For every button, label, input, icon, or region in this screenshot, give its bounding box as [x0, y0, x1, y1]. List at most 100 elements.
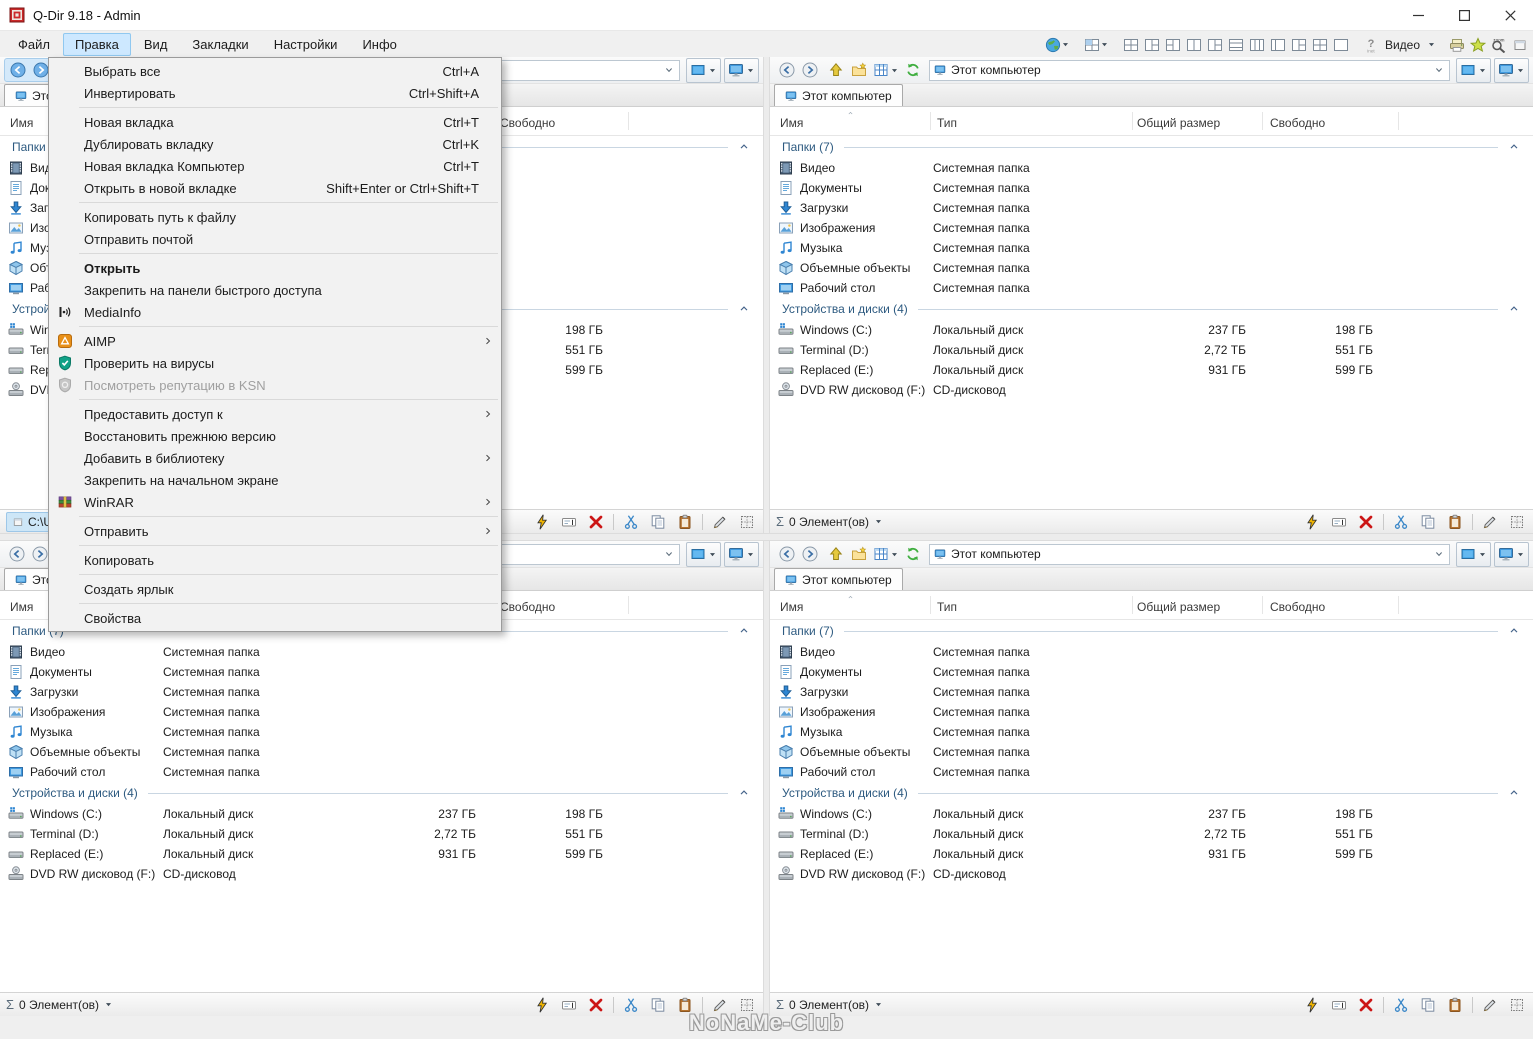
- maximize-button[interactable]: [1441, 0, 1487, 30]
- table-row[interactable]: ВидеоСистемная папка: [770, 642, 1533, 662]
- table-row[interactable]: Terminal (D:)Локальный диск2,72 ТБ551 ГБ: [0, 824, 763, 844]
- layout-variant-button-2[interactable]: [1143, 36, 1161, 54]
- layout-main-button[interactable]: [1083, 36, 1110, 54]
- column-header-4[interactable]: Свободно: [500, 600, 555, 614]
- cut-button[interactable]: [621, 995, 641, 1015]
- table-row[interactable]: DVD RW дисковод (F:)CD-дисковод: [0, 864, 763, 884]
- favorites-panel-button[interactable]: [1456, 542, 1491, 567]
- menubar-item-1[interactable]: Файл: [6, 33, 62, 56]
- column-header-4[interactable]: Свободно: [1270, 116, 1325, 130]
- table-row[interactable]: Windows (C:)Локальный диск237 ГБ198 ГБ: [770, 320, 1533, 340]
- table-row[interactable]: ЗагрузкиСистемная папка: [770, 682, 1533, 702]
- table-row[interactable]: ВидеоСистемная папка: [0, 642, 763, 662]
- menu-item-23[interactable]: Закрепить на начальном экране: [49, 469, 501, 491]
- table-row[interactable]: ИзображенияСистемная папка: [770, 218, 1533, 238]
- tab-this-pc[interactable]: Этот компьютер: [774, 568, 903, 590]
- paste-button[interactable]: [675, 512, 695, 532]
- menu-item-30[interactable]: Создать ярлык: [49, 578, 501, 600]
- cut-button[interactable]: [621, 512, 641, 532]
- table-row[interactable]: Объемные объектыСистемная папка: [0, 742, 763, 762]
- address-bar[interactable]: Этот компьютер: [929, 544, 1450, 565]
- menu-item-17[interactable]: Проверить на вирусы: [49, 352, 501, 374]
- copy-button[interactable]: [648, 995, 668, 1015]
- copy-button[interactable]: [648, 512, 668, 532]
- menubar-item-6[interactable]: Инфо: [350, 33, 408, 56]
- menubar-item-5[interactable]: Настройки: [262, 33, 350, 56]
- computer-panel-button[interactable]: [724, 542, 759, 567]
- table-row[interactable]: Replaced (E:)Локальный диск931 ГБ599 ГБ: [770, 844, 1533, 864]
- refresh-button[interactable]: [903, 60, 923, 80]
- column-header-3[interactable]: Общий размер: [1137, 600, 1220, 614]
- back-button[interactable]: [8, 60, 28, 80]
- paste-button[interactable]: [1445, 995, 1465, 1015]
- video-dropdown-label[interactable]: Видео: [1385, 38, 1420, 52]
- layout-variant-button-10[interactable]: [1311, 36, 1329, 54]
- menu-item-10[interactable]: Отправить почтой: [49, 228, 501, 250]
- table-row[interactable]: ЗагрузкиСистемная папка: [0, 682, 763, 702]
- view-mode-button[interactable]: [872, 544, 900, 564]
- paste-button[interactable]: [1445, 512, 1465, 532]
- edit-button[interactable]: [1480, 995, 1500, 1015]
- column-header-1[interactable]: Имя: [780, 116, 803, 130]
- select-grid-button[interactable]: [1507, 995, 1527, 1015]
- print-button[interactable]: [1448, 36, 1466, 54]
- table-row[interactable]: Объемные объектыСистемная папка: [770, 258, 1533, 278]
- flash-button[interactable]: [532, 512, 552, 532]
- flash-button[interactable]: [532, 995, 552, 1015]
- layout-variant-button-6[interactable]: [1227, 36, 1245, 54]
- address-bar[interactable]: Этот компьютер: [929, 60, 1450, 81]
- rename-button[interactable]: [1329, 512, 1349, 532]
- table-row[interactable]: ЗагрузкиСистемная папка: [770, 198, 1533, 218]
- table-row[interactable]: ИзображенияСистемная папка: [770, 702, 1533, 722]
- column-header-4[interactable]: Свободно: [1270, 600, 1325, 614]
- table-row[interactable]: DVD RW дисковод (F:)CD-дисковод: [770, 380, 1533, 400]
- table-row[interactable]: ДокументыСистемная папка: [770, 178, 1533, 198]
- select-grid-button[interactable]: [1507, 512, 1527, 532]
- new-folder-button[interactable]: [849, 60, 869, 80]
- menubar-item-2[interactable]: Правка: [63, 33, 131, 56]
- minimize-button[interactable]: [1395, 0, 1441, 30]
- cut-button[interactable]: [1391, 995, 1411, 1015]
- status-item-count[interactable]: 0 Элемент(ов): [789, 515, 869, 529]
- column-header-1[interactable]: Имя: [780, 600, 803, 614]
- edit-button[interactable]: [1480, 512, 1500, 532]
- table-row[interactable]: Replaced (E:)Локальный диск931 ГБ599 ГБ: [770, 360, 1533, 380]
- menu-item-2[interactable]: ИнвертироватьCtrl+Shift+A: [49, 82, 501, 104]
- forward-button[interactable]: [30, 544, 50, 564]
- menu-item-9[interactable]: Копировать путь к файлу: [49, 206, 501, 228]
- rename-button[interactable]: [559, 995, 579, 1015]
- up-button[interactable]: [826, 544, 846, 564]
- favorites-panel-button[interactable]: [1456, 58, 1491, 83]
- menu-item-6[interactable]: Новая вкладка КомпьютерCtrl+T: [49, 155, 501, 177]
- table-row[interactable]: ДокументыСистемная папка: [0, 662, 763, 682]
- edit-button[interactable]: [710, 512, 730, 532]
- flash-button[interactable]: [1302, 995, 1322, 1015]
- vertical-splitter[interactable]: [763, 57, 770, 533]
- table-row[interactable]: ДокументыСистемная папка: [770, 662, 1533, 682]
- cut-button[interactable]: [1391, 512, 1411, 532]
- to-tray-button[interactable]: [1511, 36, 1529, 54]
- menu-item-12[interactable]: Открыть: [49, 257, 501, 279]
- view-mode-button[interactable]: [872, 60, 900, 80]
- flash-button[interactable]: [1302, 512, 1322, 532]
- table-row[interactable]: ВидеоСистемная папка: [770, 158, 1533, 178]
- table-row[interactable]: DVD RW дисковод (F:)CD-дисковод: [770, 864, 1533, 884]
- layout-variant-button-9[interactable]: [1290, 36, 1308, 54]
- computer-panel-button[interactable]: [724, 58, 759, 83]
- rename-button[interactable]: [559, 512, 579, 532]
- close-button[interactable]: [1487, 0, 1533, 30]
- group-header[interactable]: Папки (7): [770, 620, 1533, 642]
- layout-variant-button-11[interactable]: [1332, 36, 1350, 54]
- computer-panel-button[interactable]: [1494, 58, 1529, 83]
- layout-variant-button-1[interactable]: [1122, 36, 1140, 54]
- column-header-3[interactable]: Общий размер: [1137, 116, 1220, 130]
- layout-variant-button-7[interactable]: [1248, 36, 1266, 54]
- caret-down-icon[interactable]: [1427, 40, 1436, 49]
- delete-button[interactable]: [586, 995, 606, 1015]
- inet-button[interactable]: ?inet: [1362, 36, 1380, 54]
- table-row[interactable]: МузыкаСистемная папка: [770, 238, 1533, 258]
- delete-button[interactable]: [1356, 512, 1376, 532]
- table-row[interactable]: Terminal (D:)Локальный диск2,72 ТБ551 ГБ: [770, 824, 1533, 844]
- caret-down-icon[interactable]: [874, 1000, 883, 1009]
- column-header-1[interactable]: Имя: [10, 600, 33, 614]
